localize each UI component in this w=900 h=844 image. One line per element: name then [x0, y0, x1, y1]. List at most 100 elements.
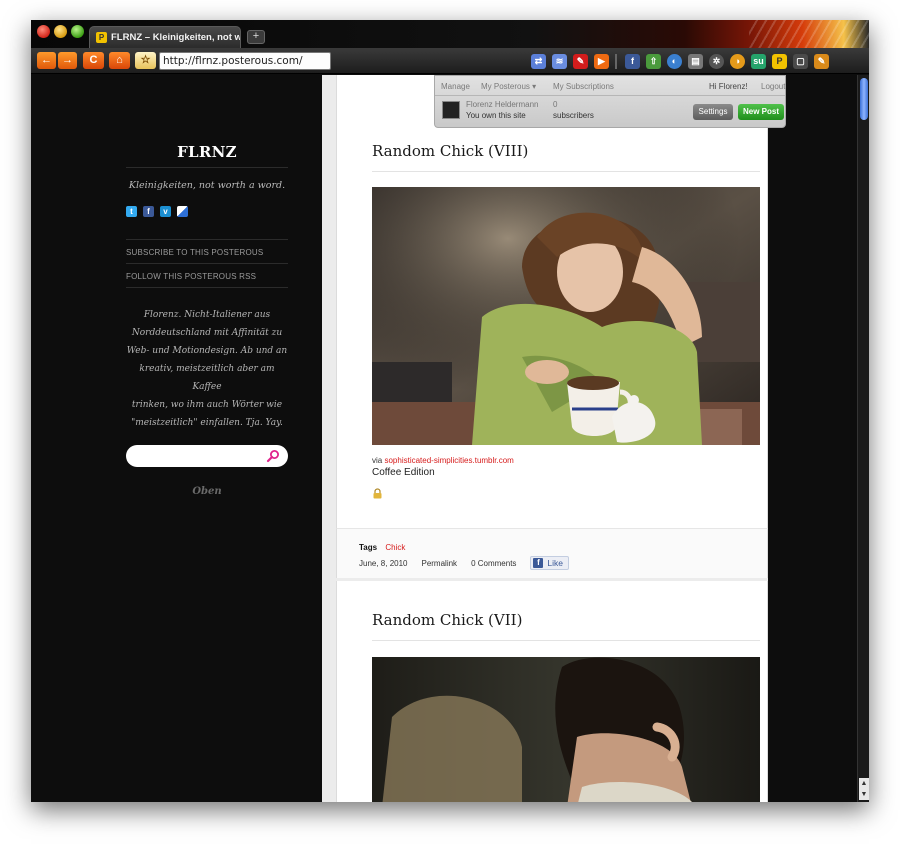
facebook-like-button[interactable]: f Like: [530, 556, 570, 570]
girl-back-photo: [372, 657, 760, 802]
avatar[interactable]: [442, 101, 460, 119]
stumbleupon-icon[interactable]: su: [751, 53, 766, 69]
toolbar-separator: [615, 53, 617, 69]
zoom-window-button[interactable]: [71, 25, 84, 38]
pdf-icon[interactable]: ✎: [573, 53, 588, 69]
tag-link[interactable]: Chick: [385, 543, 405, 552]
post-info: June, 8, 2010 Permalink 0 Comments f Lik…: [359, 556, 570, 570]
vimeo-icon[interactable]: v: [160, 206, 171, 217]
post-card: Random Chick (VIII) via sophisticated-si…: [336, 75, 768, 578]
close-window-button[interactable]: [37, 25, 50, 38]
post-photo[interactable]: [372, 657, 760, 802]
blog-title[interactable]: FLRNZ: [126, 143, 288, 161]
bio-line: trinken, wo ihm auch Wörter wie: [131, 400, 283, 410]
post-card: Random Chick (VII): [336, 581, 768, 802]
admin-nav: Manage My Posterous ▾ My Subscriptions H…: [435, 76, 785, 96]
manage-link[interactable]: Manage: [441, 82, 470, 91]
tags-line: Tags Chick: [359, 543, 405, 552]
ownership-note: You own this site: [466, 111, 526, 120]
lock-icon[interactable]: [372, 488, 383, 499]
tab-title: FLRNZ – Kleinigkeiten, not w: [111, 32, 240, 43]
delicious-icon[interactable]: [177, 206, 188, 217]
post-title[interactable]: Random Chick (VII): [372, 611, 522, 629]
divider: [372, 171, 760, 172]
via-source: via sophisticated-simplicities.tumblr.co…: [372, 456, 514, 465]
gear-icon[interactable]: ✲: [709, 53, 724, 69]
comments-link[interactable]: 0 Comments: [471, 559, 516, 568]
scroll-thumb[interactable]: [860, 78, 868, 120]
admin-user-name[interactable]: Florenz Heldermann: [466, 100, 538, 109]
scroll-arrows[interactable]: ▲ ▼: [859, 778, 869, 800]
bio-line: "meistzeitlich" einfallen. Tja. Yay.: [131, 418, 283, 428]
subscribe-link[interactable]: SUBSCRIBE TO THIS POSTEROUS: [126, 248, 288, 257]
bookmark-star-icon[interactable]: ☆: [135, 52, 156, 69]
search-box: [126, 445, 288, 467]
tags-label: Tags: [359, 543, 378, 552]
blog-tagline: Kleinigkeiten, not worth a word.: [128, 180, 286, 191]
home-icon[interactable]: ⌂: [109, 52, 130, 69]
rss-icon[interactable]: ≋: [552, 53, 567, 69]
facebook-icon[interactable]: f: [143, 206, 154, 217]
bio-line: kreativ, meistzeitlich aber am Kaffee: [139, 364, 275, 392]
wrench-icon[interactable]: ✎: [814, 53, 829, 69]
post-photo[interactable]: [372, 187, 760, 445]
post-date: June, 8, 2010: [359, 558, 408, 568]
page-viewport: FLRNZ Kleinigkeiten, not worth a word. t…: [31, 75, 869, 802]
browser-toolbar: ← → C ⌂ ☆ http://flrnz.posterous.com/ ⇄ …: [31, 48, 869, 74]
vertical-scrollbar[interactable]: ▲ ▼: [857, 75, 869, 802]
reload-icon[interactable]: C: [83, 52, 104, 69]
divider: [126, 239, 288, 240]
via-label: via: [372, 456, 383, 465]
post-title[interactable]: Random Chick (VIII): [372, 142, 528, 160]
like-label: Like: [547, 558, 564, 568]
posterous-icon[interactable]: P: [772, 53, 787, 69]
new-post-button[interactable]: New Post: [738, 104, 784, 120]
minimize-window-button[interactable]: [54, 25, 67, 38]
tab-icon[interactable]: ▤: [688, 53, 703, 69]
delicious-icon[interactable]: ◑: [730, 53, 745, 69]
posterous-admin-bar: Manage My Posterous ▾ My Subscriptions H…: [434, 75, 786, 128]
browser-window: P FLRNZ – Kleinigkeiten, not w + ← → C ⌂…: [31, 20, 869, 802]
page-menu-icon[interactable]: ▢: [793, 53, 808, 69]
address-bar[interactable]: http://flrnz.posterous.com/: [159, 52, 331, 70]
globe-icon[interactable]: ◐: [667, 53, 682, 69]
greeting: Hi Florenz!: [709, 82, 748, 91]
content-column: Random Chick (VIII) via sophisticated-si…: [322, 75, 786, 802]
divider: [126, 287, 288, 288]
bio-line: Florenz. Nicht-Italiener aus: [143, 310, 271, 320]
logout-link[interactable]: Logout: [761, 82, 785, 91]
twitter-icon[interactable]: t: [126, 206, 137, 217]
search-icon[interactable]: [266, 449, 280, 463]
via-source-link[interactable]: sophisticated-simplicities.tumblr.com: [384, 456, 513, 465]
facebook-icon[interactable]: f: [625, 53, 640, 69]
extension-icons: ⇄ ≋ ✎ ▶ f ⇧ ◐ ▤ ✲ ◑ su P ▢ ✎: [531, 52, 835, 70]
posterous-favicon-icon: P: [96, 32, 107, 43]
divider: [126, 167, 288, 168]
tab-strip: P FLRNZ – Kleinigkeiten, not w +: [31, 20, 869, 48]
bio-line: Web- und Motiondesign. Ab und an: [126, 346, 288, 356]
social-icons: t f v: [126, 206, 194, 217]
subscribers-label: subscribers: [553, 111, 594, 120]
bio-line: Norddeutschland mit Affinität zu: [131, 328, 283, 338]
my-subscriptions-link[interactable]: My Subscriptions: [553, 82, 614, 91]
upload-icon[interactable]: ⇧: [646, 53, 661, 69]
subscriber-count: 0: [553, 100, 558, 109]
divider: [372, 640, 760, 641]
follow-rss-link[interactable]: FOLLOW THIS POSTEROUS RSS: [126, 272, 288, 281]
facebook-icon: f: [533, 558, 544, 568]
browser-tab[interactable]: P FLRNZ – Kleinigkeiten, not w: [89, 26, 241, 48]
post-meta: Tags Chick June, 8, 2010 Permalink 0 Com…: [336, 528, 768, 578]
my-posterous-menu[interactable]: My Posterous ▾: [481, 82, 536, 91]
permalink-link[interactable]: Permalink: [421, 559, 457, 568]
back-arrow-icon[interactable]: ←: [37, 52, 56, 69]
settings-button[interactable]: Settings: [693, 104, 733, 120]
translate-icon[interactable]: ⇄: [531, 53, 546, 69]
search-input[interactable]: [134, 448, 262, 464]
back-to-top-link[interactable]: Oben: [126, 486, 288, 497]
divider: [126, 263, 288, 264]
girl-with-coffee-photo: [372, 187, 760, 445]
play-icon[interactable]: ▶: [594, 53, 609, 69]
post-caption: Coffee Edition: [372, 467, 435, 478]
forward-arrow-icon[interactable]: →: [58, 52, 77, 69]
new-tab-button[interactable]: +: [247, 30, 265, 44]
